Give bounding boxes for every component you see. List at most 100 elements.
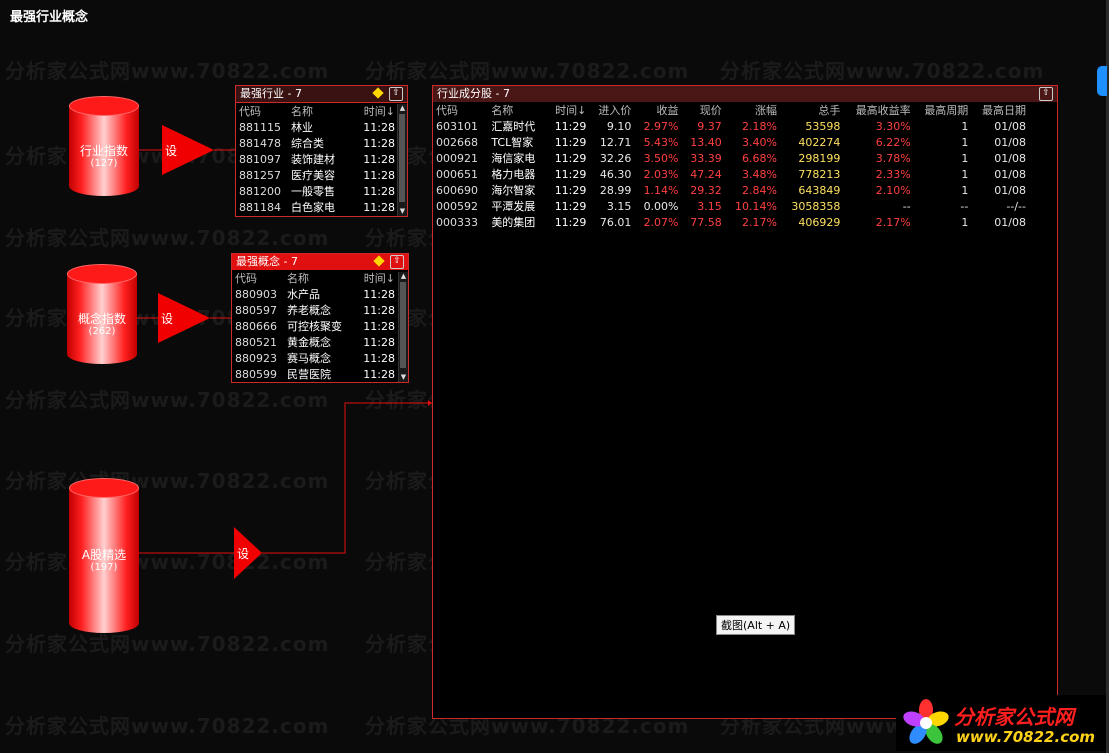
pct-cell: 3.40% [742,135,777,149]
vol-cell: 3058358 [791,199,841,213]
table-row[interactable]: 000651 格力电器 11:29 46.30 2.03% 47.24 3.48% 77821… [433,166,1029,182]
price-cell: 29.32 [690,183,722,197]
table-row[interactable]: 881097 装饰建材 11:28 [236,151,398,167]
date-cell: 01/08 [994,135,1026,149]
set-label: 设 [165,144,178,158]
date-cell: --/-- [1006,199,1026,213]
code-cell: 880666 [235,319,277,333]
panel-header: 最强概念 - 7 ⇧ [232,254,408,270]
header-row: 代码 名称 时间↓ [232,270,398,286]
time-cell: 11:28 [363,287,395,301]
table-row[interactable]: 881184 白色家电 11:28 [236,199,398,215]
time-cell: 11:28 [363,152,395,166]
strongest-concept-panel[interactable]: 最强概念 - 7 ⇧ 代码 名称 时间↓ 880903 水产品 11:28 880597 养老… [231,253,409,383]
concept-table: 代码 名称 时间↓ 880903 水产品 11:28 880597 养老概念 11:28 8806… [232,270,398,382]
table-row[interactable]: 880666 可控核聚变 11:28 [232,318,398,334]
scroll-down-icon[interactable]: ▼ [398,207,407,216]
industry-index-node[interactable]: 行业指数 (127) [69,96,139,196]
name-cell: 可控核聚变 [287,320,342,333]
table-row[interactable]: 880903 水产品 11:28 [232,286,398,302]
time-cell: 11:29 [554,183,587,197]
entry-cell: 12.71 [599,135,632,149]
time-cell: 11:28 [363,351,395,365]
code-cell: 880597 [235,303,277,317]
code-cell: 880903 [235,287,277,301]
scroll-up-icon[interactable]: ▲ [399,272,408,281]
table-row[interactable]: 880597 养老概念 11:28 [232,302,398,318]
maxgain-cell: 2.10% [875,183,911,197]
maxgain-cell: 6.22% [875,135,911,149]
screenshot-tooltip: 截图(Alt + A) [716,615,796,635]
vol-cell: 402274 [798,135,841,149]
diamond-icon[interactable] [372,87,384,99]
panel-title: 最强行业 - 7 [240,87,302,100]
name-cell: 民营医院 [287,368,331,381]
table-row[interactable]: 000592 平潭发展 11:29 3.15 0.00% 3.15 10.14% 305835… [433,198,1029,214]
code-cell: 002668 [436,135,478,149]
gain-cell: 3.50% [643,151,679,165]
time-cell: 11:28 [363,168,395,182]
collapse-icon[interactable]: ⇧ [389,87,403,101]
table-row[interactable]: 600690 海尔智家 11:29 28.99 1.14% 29.32 2.84% 64384… [433,182,1029,198]
column-header: 时间↓ [363,105,395,118]
code-cell: 603101 [436,119,478,133]
scroll-thumb[interactable] [399,114,405,202]
scroll-thumb[interactable] [400,282,406,368]
column-header: 最高收益率 [855,104,911,117]
column-header: 涨幅 [755,104,777,117]
date-cell: 01/08 [994,215,1026,229]
concept-index-node[interactable]: 概念指数 (262) [67,264,137,364]
header-row: 代码 名称 时间↓ 进入价 收益 现价 涨幅 总手 最高收益率 最高周期 最高日期 [433,102,1029,118]
column-header: 总手 [818,104,841,117]
collapse-icon[interactable]: ⇧ [390,255,404,269]
table-row[interactable]: 880599 民营医院 11:28 [232,366,398,382]
table-row[interactable]: 002668 TCL智家 11:29 12.71 5.43% 13.40 3.40% 4022… [433,134,1029,150]
name-cell: 黄金概念 [287,336,331,349]
pct-cell: 3.48% [742,167,777,181]
code-cell: 881097 [239,152,281,166]
column-header: 收益 [656,104,679,117]
diamond-icon[interactable] [373,255,385,267]
table-row[interactable]: 881257 医疗美容 11:28 [236,167,398,183]
table-row[interactable]: 881200 一般零售 11:28 [236,183,398,199]
pct-cell: 2.17% [742,215,777,229]
name-cell: 养老概念 [287,304,331,317]
name-cell: 医疗美容 [291,169,335,182]
table-row[interactable]: 603101 汇嘉时代 11:29 9.10 2.97% 9.37 2.18% 53598 3.… [433,118,1029,134]
node-count: (197) [90,562,118,573]
gain-cell: 2.07% [643,215,679,229]
strongest-industry-panel[interactable]: 最强行业 - 7 ⇧ 代码 名称 时间↓ 881115 林业 11:28 881478 综合类… [235,85,408,217]
time-cell: 11:28 [363,303,395,317]
code-cell: 600690 [436,183,478,197]
code-cell: 881184 [239,200,281,214]
scroll-down-icon[interactable]: ▼ [399,373,408,382]
entry-cell: 28.99 [599,183,632,197]
table-row[interactable]: 880923 赛马概念 11:28 [232,350,398,366]
time-cell: 11:28 [363,136,395,150]
cylinder-top [69,96,139,116]
logo-url: www.70822.com [956,728,1096,746]
vertical-scrollbar[interactable]: ▲ ▼ [397,104,407,216]
panel-header: 最强行业 - 7 ⇧ [236,86,407,103]
set-label: 设 [237,547,250,561]
name-cell: 美的集团 [491,216,536,229]
gain-cell: 0.00% [643,199,679,213]
vertical-scrollbar[interactable]: ▲ ▼ [398,272,408,382]
code-cell: 881115 [239,120,281,134]
table-row[interactable]: 000921 海信家电 11:29 32.26 3.50% 33.39 6.68% 29819… [433,150,1029,166]
period-cell: 1 [961,167,969,181]
table-row[interactable]: 881478 综合类 11:28 [236,135,398,151]
entry-cell: 3.15 [606,199,632,213]
logo-name: 分析家公式网 [954,705,1074,729]
period-cell: 1 [961,183,969,197]
table-row[interactable]: 880521 黄金概念 11:28 [232,334,398,350]
collapse-icon[interactable]: ⇧ [1039,87,1053,101]
scroll-up-icon[interactable]: ▲ [398,104,407,113]
pct-cell: 2.84% [742,183,777,197]
vol-cell: 406929 [798,215,841,229]
pct-cell: 2.18% [742,119,777,133]
table-row[interactable]: 881115 林业 11:28 [236,119,398,135]
entry-cell: 76.01 [599,215,632,229]
table-row[interactable]: 000333 美的集团 11:29 76.01 2.07% 77.58 2.17% 40692… [433,214,1029,230]
a-share-node[interactable]: A股精选 (197) [69,478,139,633]
